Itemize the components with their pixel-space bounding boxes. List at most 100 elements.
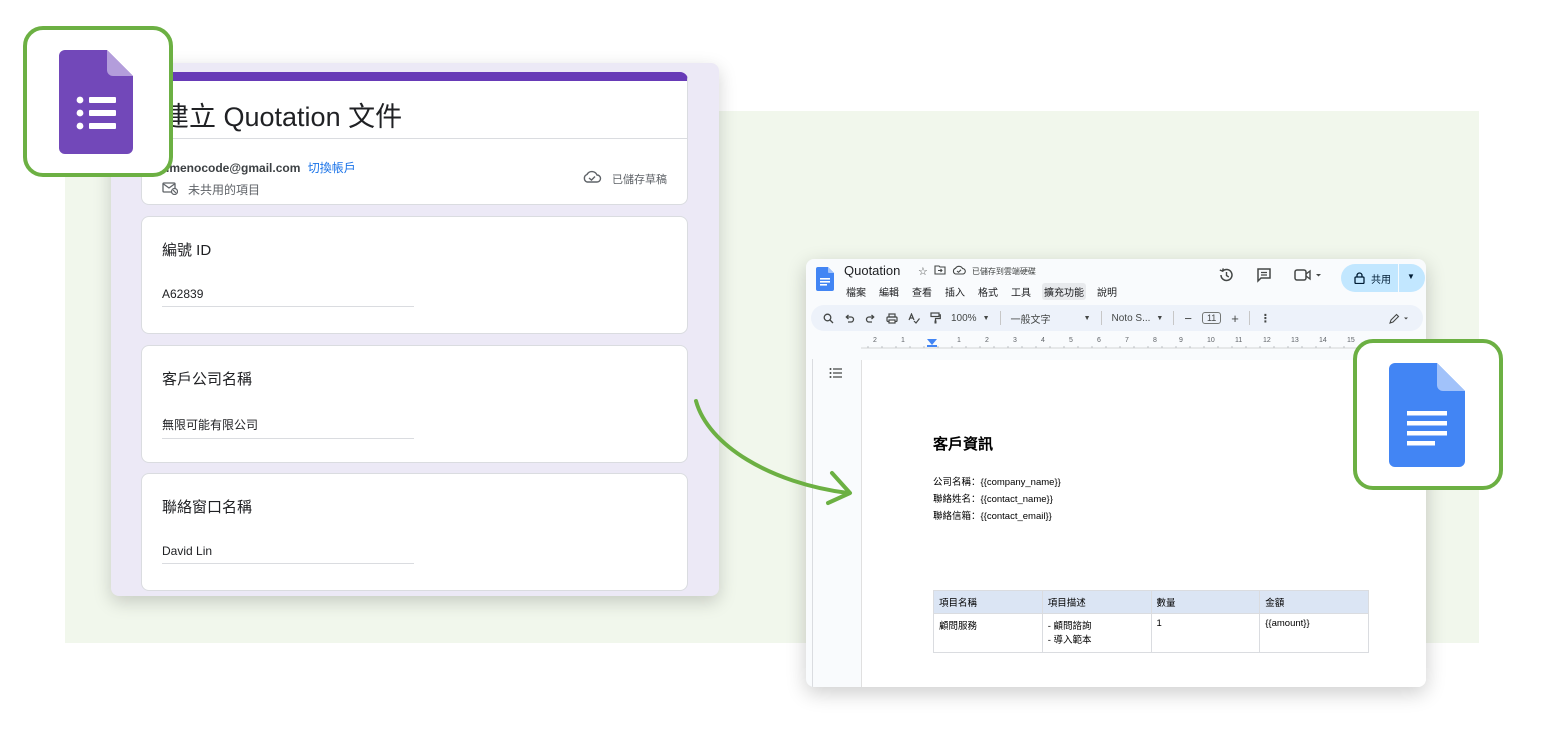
- form-title-card: 建立 Quotation 文件 timenocode@gmail.com 切換帳…: [141, 72, 688, 205]
- menu-edit[interactable]: 編輯: [877, 283, 901, 300]
- meet-icon[interactable]: [1294, 267, 1324, 288]
- google-docs-window: Quotation ☆ 已儲存到雲端硬碟 檔案 編輯 查看 插入 格式 工具 擴…: [806, 259, 1426, 687]
- menu-tools[interactable]: 工具: [1009, 283, 1033, 300]
- font-value: Noto S...: [1111, 312, 1151, 324]
- google-forms-badge: [23, 26, 173, 177]
- table-header-cell: 金額: [1259, 590, 1369, 614]
- edit-mode-icon[interactable]: [1389, 313, 1411, 324]
- redo-icon[interactable]: [865, 313, 876, 324]
- font-size-input[interactable]: 11: [1201, 312, 1222, 324]
- chevron-down-icon: ▼: [1083, 314, 1091, 322]
- style-select[interactable]: 一般文字 ▼: [1011, 311, 1091, 326]
- menu-file[interactable]: 檔案: [844, 283, 868, 300]
- ruler-tick: 12: [1263, 337, 1271, 344]
- table-header-cell: 項目描述: [1041, 590, 1152, 614]
- lock-icon: [1354, 272, 1365, 284]
- indent-marker-icon[interactable]: [927, 339, 937, 347]
- horizontal-ruler: 2 1 1 2 3 4 5 6 7 8 9 10 11 12 13 14 15: [861, 337, 1426, 349]
- font-select[interactable]: Noto S... ▼: [1112, 313, 1164, 324]
- ruler-tick: 15: [1347, 337, 1355, 344]
- toolbar-divider: [1248, 311, 1250, 325]
- star-icon[interactable]: ☆: [918, 265, 928, 278]
- share-button[interactable]: 共用 ▼: [1341, 264, 1425, 292]
- decrease-font-icon[interactable]: −: [1184, 311, 1192, 326]
- table-cell: 1: [1150, 613, 1261, 653]
- doc-heading: 客戶資訊: [933, 436, 994, 453]
- flow-arrow-icon: [694, 399, 852, 505]
- switch-account-link[interactable]: 切換帳戶: [308, 161, 356, 175]
- account-line: timenocode@gmail.com 切換帳戶: [162, 159, 356, 176]
- table-cell: {{amount}}: [1259, 613, 1369, 653]
- table-header-cell: 項目名稱: [933, 590, 1043, 614]
- menu-bar: 檔案 編輯 查看 插入 格式 工具 擴充功能 說明: [844, 283, 1119, 300]
- question-label: 編號 ID: [162, 242, 212, 259]
- ruler-tick: 11: [1235, 337, 1243, 344]
- google-docs-badge: [1353, 339, 1503, 490]
- document-page[interactable]: 客戶資訊 公司名稱：{{company_name}} 聯絡姓名：{{contac…: [861, 360, 1426, 687]
- ruler-tick: 6: [1097, 337, 1101, 344]
- account-email: timenocode@gmail.com: [162, 161, 301, 175]
- description-line: - 導入範本: [1047, 635, 1092, 646]
- print-icon[interactable]: [886, 312, 898, 324]
- google-docs-icon: [1389, 363, 1465, 467]
- ruler-tick: 7: [1125, 337, 1129, 344]
- ruler-ticks: [861, 346, 1421, 349]
- menu-view[interactable]: 查看: [910, 283, 934, 300]
- description-line: - 顧問諮詢: [1047, 621, 1092, 632]
- doc-line-company: 公司名稱：{{company_name}}: [933, 477, 1061, 488]
- question-card-id: 編號 ID A62839: [141, 216, 688, 334]
- history-icon[interactable]: [1218, 267, 1234, 288]
- answer-input[interactable]: 無限可能有限公司: [162, 416, 414, 439]
- ruler-tick: 5: [1069, 337, 1073, 344]
- table-header-cell: 數量: [1150, 590, 1261, 614]
- not-shared-text: 未共用的項目: [188, 183, 261, 197]
- question-card-contact: 聯絡窗口名稱 David Lin: [141, 473, 688, 591]
- ruler-tick: 3: [1013, 337, 1017, 344]
- header-actions: [1218, 267, 1324, 288]
- quotation-table: 項目名稱 項目描述 數量 金額 顧問服務 - 顧問諮詢 - 導入範本 1 {{a…: [933, 590, 1369, 653]
- chevron-down-icon: ▼: [982, 314, 990, 322]
- menu-extensions[interactable]: 擴充功能: [1042, 283, 1086, 300]
- not-shared-row: 未共用的項目: [162, 181, 260, 198]
- ruler-tick: 9: [1179, 337, 1183, 344]
- table-cell-description: - 顧問諮詢 - 導入範本: [1041, 613, 1152, 653]
- cloud-saved-icon[interactable]: [952, 265, 966, 278]
- cloud-done-icon: [582, 170, 602, 187]
- increase-font-icon[interactable]: +: [1231, 311, 1239, 326]
- paint-format-icon[interactable]: [930, 312, 941, 324]
- title-actions: ☆ 已儲存到雲端硬碟: [918, 265, 1036, 278]
- share-dropdown-icon[interactable]: ▼: [1407, 272, 1415, 281]
- toolbar-divider: [1100, 311, 1102, 325]
- doc-line-email: 聯絡信箱：{{contact_email}}: [933, 511, 1052, 522]
- zoom-select[interactable]: 100% ▼: [951, 313, 990, 324]
- toolbar-divider: [999, 311, 1001, 325]
- answer-input[interactable]: David Lin: [162, 544, 414, 564]
- search-icon[interactable]: [823, 313, 834, 324]
- outline-list-icon[interactable]: [829, 366, 843, 384]
- spellcheck-icon[interactable]: [908, 312, 920, 324]
- more-options-icon[interactable]: ⋮: [1260, 312, 1271, 325]
- document-title[interactable]: Quotation: [844, 263, 900, 278]
- toolbar-divider: [1173, 311, 1175, 325]
- mail-off-icon: [162, 181, 179, 198]
- undo-icon[interactable]: [844, 313, 855, 324]
- question-label: 聯絡窗口名稱: [162, 499, 253, 516]
- comment-icon[interactable]: [1256, 267, 1272, 288]
- menu-help[interactable]: 說明: [1095, 283, 1119, 300]
- style-value: 一般文字: [1010, 314, 1051, 326]
- answer-input[interactable]: A62839: [162, 287, 414, 307]
- share-divider: [1398, 264, 1399, 292]
- menu-format[interactable]: 格式: [976, 283, 1000, 300]
- share-label: 共用: [1371, 274, 1391, 286]
- menu-insert[interactable]: 插入: [943, 283, 967, 300]
- google-forms-icon: [59, 50, 133, 154]
- ruler-tick: 10: [1207, 337, 1215, 344]
- ruler-tick: 2: [985, 337, 989, 344]
- doc-line-contact: 聯絡姓名：{{contact_name}}: [933, 494, 1053, 505]
- ruler-tick: 2: [873, 337, 877, 344]
- ruler-tick: 14: [1319, 337, 1327, 344]
- saved-text: 已儲存草稿: [612, 173, 667, 186]
- saved-to-drive-text: 已儲存到雲端硬碟: [971, 267, 1036, 276]
- ruler-tick: 1: [901, 337, 905, 344]
- move-folder-icon[interactable]: [934, 265, 946, 278]
